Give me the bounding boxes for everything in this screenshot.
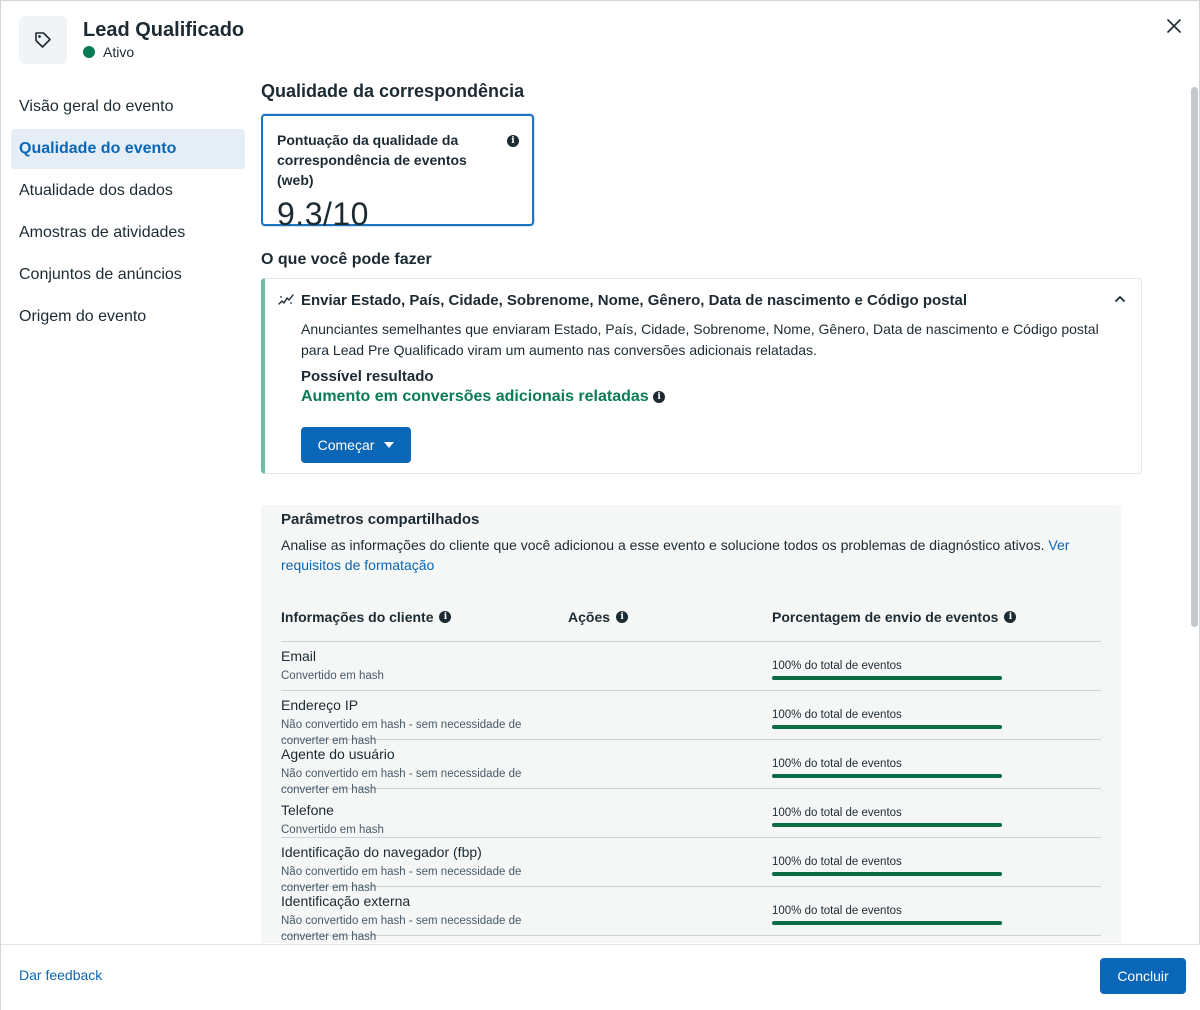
row-name: Email <box>281 648 317 664</box>
row-percentage-label: 100% do total de eventos <box>772 856 902 868</box>
done-button[interactable]: Concluir <box>1100 958 1186 994</box>
row-progress-bar <box>772 676 1002 680</box>
row-progress-fill <box>772 774 1002 778</box>
customer-info-info-icon[interactable]: i <box>439 611 452 623</box>
column-header-event-percentage: Porcentagem de envio de eventos i <box>772 609 1017 625</box>
sidebar-item-event-source[interactable]: Origem do evento <box>11 297 245 337</box>
row-progress-fill <box>772 921 1002 925</box>
actions-info-icon[interactable]: i <box>616 611 629 623</box>
column-header-label: Ações <box>568 609 611 625</box>
sidebar-item-event-quality[interactable]: Qualidade do evento <box>11 129 245 169</box>
tag-icon <box>35 32 51 48</box>
table-row: Email Convertido em hash 100% do total d… <box>281 642 1101 691</box>
sidebar-nav: Visão geral do evento Qualidade do event… <box>11 87 245 339</box>
table-row: Agente do usuário Não convertido em hash… <box>281 740 1101 796</box>
close-icon <box>1167 19 1181 33</box>
column-header-actions: Ações i <box>568 609 629 625</box>
event-details-dialog: Lead Qualificado Ativo Visão geral do ev… <box>0 0 1200 1010</box>
table-row: Telefone Convertido em hash 100% do tota… <box>281 789 1101 838</box>
row-hash-status: Não convertido em hash - sem necessidade… <box>281 915 522 943</box>
row-progress-fill <box>772 872 1002 876</box>
percentage-info-icon[interactable]: i <box>1004 611 1017 623</box>
match-quality-score-card: Pontuação da qualidade da correspondênci… <box>261 114 534 232</box>
column-header-label: Informações do cliente <box>281 609 434 625</box>
column-header-label: Porcentagem de envio de eventos <box>772 609 999 625</box>
row-name: Identificação externa <box>281 893 411 909</box>
sidebar-item-data-freshness[interactable]: Atualidade dos dados <box>11 171 245 211</box>
score-value: 9.3/10 <box>277 196 369 232</box>
row-progress-bar <box>772 774 1002 778</box>
row-name: Telefone <box>281 802 334 818</box>
table-row: Endereço IP Não convertido em hash - sem… <box>281 691 1101 747</box>
row-progress-bar <box>772 872 1002 876</box>
table-row: Identificação externa Não convertido em … <box>281 887 1101 943</box>
row-progress-fill <box>772 823 1002 827</box>
row-name: Identificação do navegador (fbp) <box>281 844 482 860</box>
sidebar-item-event-overview[interactable]: Visão geral do evento <box>11 87 245 127</box>
score-info-icon[interactable]: i <box>507 135 519 147</box>
status-label: Ativo <box>103 44 135 60</box>
start-button[interactable]: Começar <box>301 427 411 463</box>
possible-result-text: Aumento em conversões adicionais relatad… <box>301 388 649 405</box>
recommendation-title: Enviar Estado, País, Cidade, Sobrenome, … <box>301 292 967 309</box>
trend-icon <box>278 294 294 305</box>
row-progress-bar <box>772 921 1002 925</box>
close-button[interactable] <box>1161 13 1187 39</box>
row-percentage-label: 100% do total de eventos <box>772 905 902 917</box>
params-description-text: Analise as informações do cliente que vo… <box>281 537 1049 553</box>
params-title: Parâmetros compartilhados <box>281 511 480 528</box>
row-percentage-label: 100% do total de eventos <box>772 807 902 819</box>
todo-title: O que você pode fazer <box>261 251 432 268</box>
possible-result-value: Aumento em conversões adicionais relatad… <box>301 388 666 406</box>
row-name: Endereço IP <box>281 697 359 713</box>
params-description: Analise as informações do cliente que vo… <box>281 535 1101 575</box>
row-progress-bar <box>772 823 1002 827</box>
recommendation-card: Enviar Estado, País, Cidade, Sobrenome, … <box>261 278 1142 474</box>
event-status: Ativo <box>83 44 134 60</box>
scrollbar-thumb[interactable] <box>1191 87 1198 627</box>
main-content: Qualidade da correspondência Pontuação d… <box>261 73 1185 943</box>
event-title: Lead Qualificado <box>83 19 245 41</box>
row-progress-fill <box>772 676 1002 680</box>
start-button-label: Começar <box>317 437 375 453</box>
sidebar-item-ad-sets[interactable]: Conjuntos de anúncios <box>11 255 245 295</box>
table-row: Identificação do navegador (fbp) Não con… <box>281 838 1101 894</box>
recommendation-description: Anunciantes semelhantes que enviaram Est… <box>301 321 1099 358</box>
caret-down-icon <box>384 442 395 448</box>
row-progress-fill <box>772 725 1002 729</box>
feedback-link[interactable]: Dar feedback <box>19 967 102 983</box>
row-percentage-label: 100% do total de eventos <box>772 758 902 770</box>
row-percentage-label: 100% do total de eventos <box>772 660 902 672</box>
collapse-button[interactable] <box>1113 292 1127 311</box>
possible-result-label: Possível resultado <box>301 368 434 385</box>
section-title: Qualidade da correspondência <box>261 81 525 101</box>
row-progress-bar <box>772 725 1002 729</box>
column-header-customer-info: Informações do cliente i <box>281 609 452 625</box>
score-label: Pontuação da qualidade da correspondênci… <box>277 132 467 188</box>
row-hash-status: Convertido em hash <box>281 824 384 836</box>
chevron-up-icon <box>1115 296 1125 302</box>
row-hash-status: Convertido em hash <box>281 670 384 682</box>
status-dot-icon <box>83 46 95 58</box>
sidebar-item-activity-samples[interactable]: Amostras de atividades <box>11 213 245 253</box>
event-icon-box <box>19 16 67 64</box>
dialog-header: Lead Qualificado Ativo <box>1 1 1200 81</box>
result-info-icon[interactable]: i <box>653 390 666 403</box>
dialog-footer: Dar feedback Concluir <box>1 944 1200 1010</box>
row-name: Agente do usuário <box>281 746 395 762</box>
row-percentage-label: 100% do total de eventos <box>772 709 902 721</box>
shared-parameters-panel: Parâmetros compartilhados Analise as inf… <box>261 505 1121 943</box>
